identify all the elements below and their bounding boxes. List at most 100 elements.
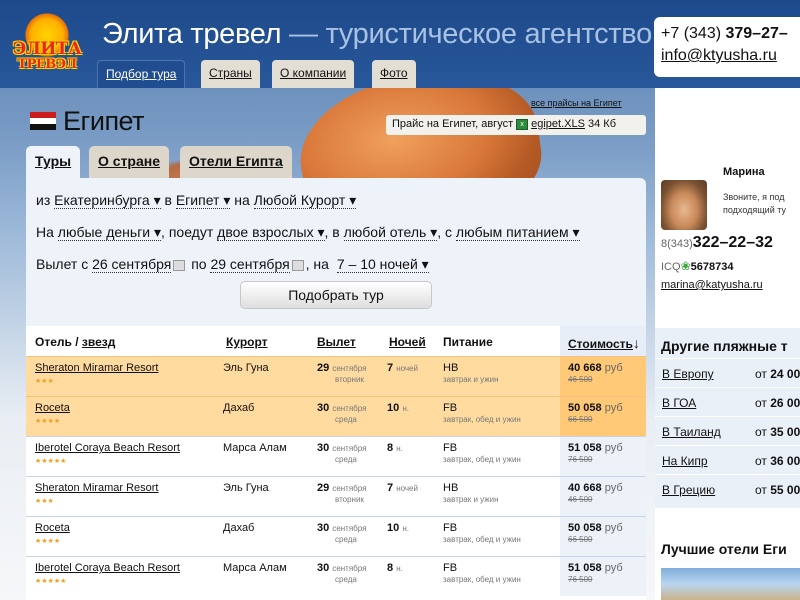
nights-value: 10 <box>387 522 400 534</box>
nav-tab-label: Страны <box>209 66 252 80</box>
hotel-link[interactable]: Roceta <box>35 402 70 414</box>
price-from-label: от <box>755 367 767 381</box>
hotel-link[interactable]: Sheraton Miramar Resort <box>35 362 159 374</box>
tab-about-country[interactable]: О стране <box>89 146 170 178</box>
nights-value: 8 <box>387 442 394 454</box>
nights-count: 8 н. <box>387 562 403 574</box>
nights-unit: н. <box>396 444 403 453</box>
hotel-link[interactable]: Iberotel Coraya Beach Resort <box>35 442 180 454</box>
price-value: 51 058 <box>568 442 602 454</box>
nav-tab-about[interactable]: О компании <box>272 60 355 88</box>
departure-day: 30 <box>317 402 330 414</box>
duration-select[interactable]: 7 – 10 ночей ▾ <box>336 256 429 273</box>
budget-select[interactable]: любые деньги ▾ <box>57 224 162 241</box>
best-hotel-photo[interactable] <box>661 568 800 600</box>
tab-tours[interactable]: Туры <box>26 146 81 178</box>
departure-date: 30 сентября <box>317 442 366 454</box>
star-rating: ★★★ <box>35 498 54 505</box>
meal-prefix: , с <box>437 224 453 240</box>
departure-month: сентября <box>332 444 367 453</box>
country-title: Египет <box>30 106 145 137</box>
nights-value: 7 <box>387 362 394 374</box>
departure-month: сентября <box>332 524 367 533</box>
beach-destination-link[interactable]: На Кипр <box>662 454 708 468</box>
table-row[interactable]: Roceta ★★★★ Дахаб 30 сентября среда 10 н. FB за… <box>26 516 646 556</box>
tab-egypt-hotels[interactable]: Отели Египта <box>180 146 292 178</box>
site-logo[interactable]: ЭЛИТА ТРЕВЭЛ <box>8 8 86 80</box>
meal-select[interactable]: любым питанием ▾ <box>455 224 580 241</box>
table-row[interactable]: Iberotel Coraya Beach Resort ★★★★★ Марса А… <box>26 436 646 476</box>
price-file-link[interactable]: egipet.XLS <box>531 118 585 130</box>
price-value: 51 058 <box>568 562 602 574</box>
sort-by-nights-link[interactable]: Ночей <box>389 335 426 349</box>
beach-destination-link[interactable]: В Европу <box>662 367 714 381</box>
table-row[interactable]: горит!Sheraton Miramar Resort★★★Эль Гуна… <box>26 356 646 396</box>
travelers-select[interactable]: двое взрослых ▾ <box>217 224 325 241</box>
icq-label: ICQ <box>661 261 681 273</box>
logo-text-bottom: ТРЕВЭЛ <box>17 57 77 72</box>
header-email-link[interactable]: info@ktyusha.ru <box>661 47 777 64</box>
sort-by-departure-link[interactable]: Вылет <box>317 335 356 349</box>
nav-tab-photo[interactable]: Фото <box>372 60 416 88</box>
nav-tab-countries[interactable]: Страны <box>201 60 260 88</box>
departure-date: 29 сентября <box>317 482 366 494</box>
beach-destination-link[interactable]: В Таиланд <box>662 425 721 439</box>
nights-unit: н. <box>402 524 409 533</box>
best-hotels-title: Лучшие отели Еги <box>661 541 787 557</box>
resort-name: Дахаб <box>223 522 255 534</box>
manager-note-line: Звоните, я под <box>723 192 785 202</box>
manager-phone-prefix: 8(343) <box>661 238 693 250</box>
beach-destination-link[interactable]: В Грецию <box>662 483 715 497</box>
find-tour-button[interactable]: Подобрать тур <box>240 281 432 309</box>
departure-day: 30 <box>317 442 330 454</box>
date-from-field[interactable]: 26 сентября <box>92 256 172 273</box>
star-rating: ★★★★ <box>35 538 61 545</box>
hotel-prefix: , в <box>324 224 340 240</box>
meal-plan-code: FB <box>443 562 458 574</box>
to-country-select[interactable]: Египет ▾ <box>175 192 231 209</box>
departure-date: 29 сентября <box>317 362 366 374</box>
all-prices-link[interactable]: все прайсы на Египет <box>531 98 622 108</box>
table-row[interactable]: Iberotel Coraya Beach Resort ★★★★★ Марса А… <box>26 556 646 596</box>
manager-note: Звоните, я под подходящий ту <box>723 191 786 217</box>
departure-month: сентября <box>332 484 367 493</box>
table-row[interactable]: Sheraton Miramar Resort ★★★ Эль Гуна 29 сен… <box>26 476 646 516</box>
resort-select[interactable]: Любой Курорт ▾ <box>253 192 357 209</box>
manager-phone-number: 322–22–32 <box>692 234 773 251</box>
search-line-dates: Вылет с 26 сентября по 29 сентября , на 7… <box>36 256 429 273</box>
price-value: 40 668 <box>568 482 602 494</box>
header-phone-number: 379–27– <box>725 25 788 42</box>
hotel-link[interactable]: Roceta <box>35 522 70 534</box>
beach-destination-link[interactable]: В ГОА <box>662 396 696 410</box>
column-header-price[interactable]: Стоимость↓ <box>568 335 640 351</box>
manager-icq: ICQ❀5678734 <box>661 259 733 273</box>
sort-by-resort-link[interactable]: Курорт <box>226 335 268 349</box>
price-value: 50 058 <box>568 522 602 534</box>
departure-day: 29 <box>317 482 330 494</box>
nav-tab-label: Подбор тура <box>106 67 177 81</box>
tab-label: Туры <box>35 153 72 169</box>
manager-email-link[interactable]: marina@katyusha.ru <box>661 279 763 291</box>
star-rating: ★★★ <box>35 378 54 385</box>
departure-date: 30 сентября <box>317 522 366 534</box>
calendar-icon[interactable] <box>173 259 186 271</box>
beach-price: от 35 00 <box>755 425 800 439</box>
tour-price: 51 058 руб <box>568 442 623 454</box>
logo-text: ЭЛИТА ТРЕВЭЛ <box>8 41 86 73</box>
beach-price: от 26 00 <box>755 396 800 410</box>
hotel-link[interactable]: Sheraton Miramar Resort <box>35 482 159 494</box>
beach-tours-title: Другие пляжные т <box>661 338 788 354</box>
table-row[interactable]: горит!Roceta★★★★Дахаб30 сентябрясреда10 … <box>26 396 646 436</box>
nav-tab-tour-search[interactable]: Подбор тура <box>97 60 186 88</box>
price-currency: руб <box>604 402 623 414</box>
date-to-field[interactable]: 29 сентября <box>210 256 290 273</box>
search-line-route: из Екатеринбурга ▾ в Египет ▾ на Любой К… <box>36 192 357 209</box>
calendar-icon[interactable] <box>291 259 304 271</box>
nights-value: 8 <box>387 562 394 574</box>
sort-by-stars-link[interactable]: звезд <box>82 335 115 349</box>
hotel-link[interactable]: Iberotel Coraya Beach Resort <box>35 562 180 574</box>
meal-plan-desc: завтрак, обед и ужин <box>443 575 521 584</box>
sort-by-price-link[interactable]: Стоимость <box>568 337 633 351</box>
hotel-select[interactable]: любой отель ▾ <box>343 224 438 241</box>
from-city-select[interactable]: Екатеринбурга ▾ <box>54 192 161 209</box>
